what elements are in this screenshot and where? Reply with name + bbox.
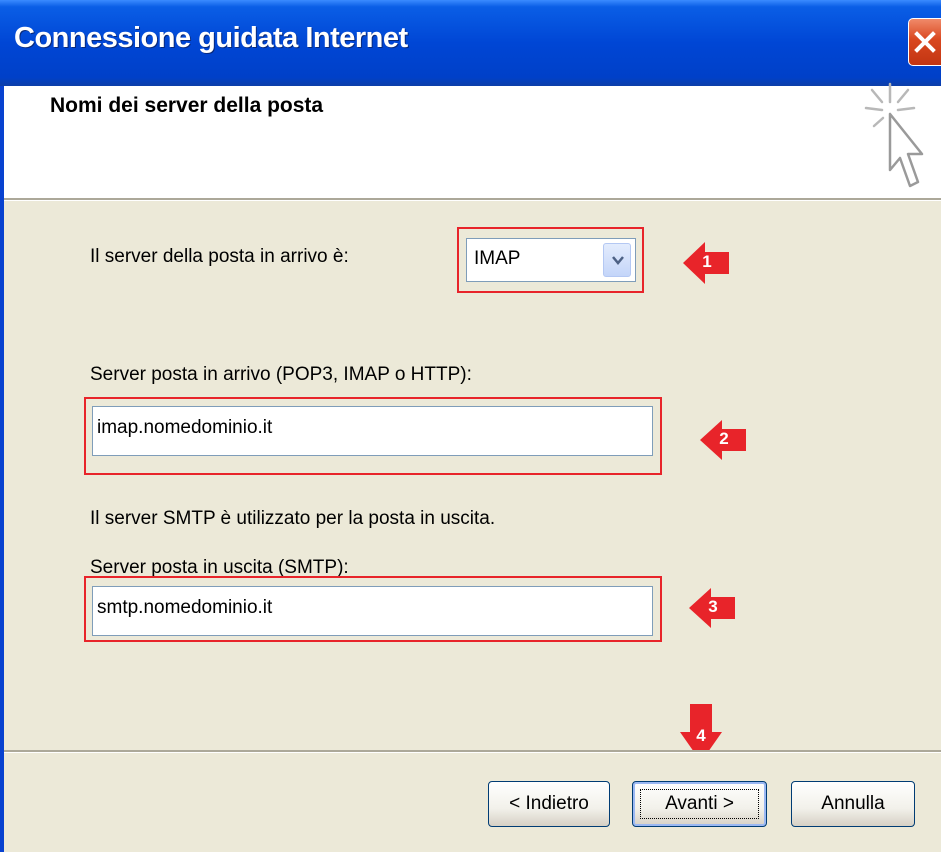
smtp-note: Il server SMTP è utilizzato per la posta… xyxy=(90,508,496,529)
next-button[interactable]: Avanti > xyxy=(632,781,767,827)
incoming-server-type-label: Il server della posta in arrivo è: xyxy=(90,246,349,267)
callout-arrow-1: 1 xyxy=(683,240,731,286)
callout-number: 3 xyxy=(708,597,718,616)
callout-arrow-3: 3 xyxy=(689,586,737,630)
incoming-server-label: Server posta in arrivo (POP3, IMAP o HTT… xyxy=(90,364,472,385)
window-title: Connessione guidata Internet xyxy=(14,22,408,54)
page-title: Nomi dei server della posta xyxy=(50,94,324,117)
wizard-cursor-icon xyxy=(864,82,924,188)
callout-number: 2 xyxy=(719,429,729,448)
highlight-box-1 xyxy=(457,227,644,293)
callout-arrow-2: 2 xyxy=(700,418,748,462)
highlight-box-3 xyxy=(84,576,662,642)
cancel-button[interactable]: Annulla xyxy=(791,781,915,827)
back-button[interactable]: < Indietro xyxy=(488,781,610,827)
highlight-box-2 xyxy=(84,397,662,475)
focus-rectangle xyxy=(640,789,759,819)
callout-number: 4 xyxy=(696,726,706,745)
callout-number: 1 xyxy=(702,252,712,271)
close-button[interactable] xyxy=(908,18,941,66)
close-icon xyxy=(914,31,936,53)
